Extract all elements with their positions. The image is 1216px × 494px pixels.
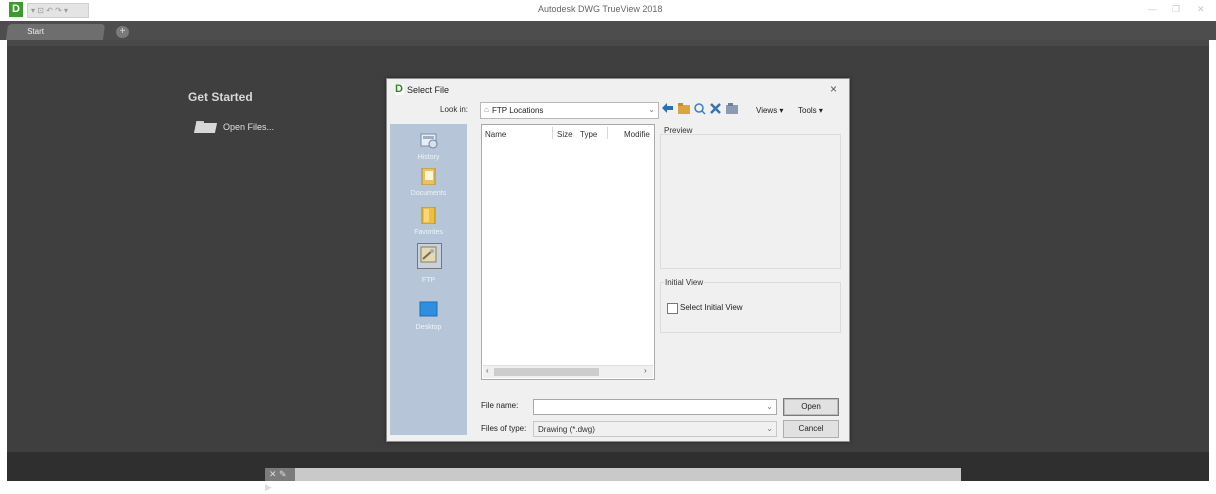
up-folder-icon[interactable] [678, 103, 690, 117]
files-of-type-dropdown[interactable]: Drawing (*.dwg) ⌄ [533, 421, 777, 437]
open-button[interactable]: Open [783, 398, 839, 416]
ftp-icon [420, 246, 437, 263]
column-divider[interactable] [552, 127, 553, 139]
column-header-size[interactable]: Size [557, 130, 573, 139]
dialog-close-button[interactable]: × [830, 82, 837, 96]
documents-icon [421, 168, 436, 185]
open-files-label: Open Files... [223, 122, 275, 132]
cancel-button[interactable]: Cancel [783, 420, 839, 438]
place-history-label: History [417, 154, 440, 161]
files-of-type-label: Files of type: [481, 424, 527, 433]
scroll-right-icon[interactable]: › [644, 366, 647, 375]
app-logo-icon[interactable]: D [9, 2, 23, 17]
scrollbar-thumb[interactable] [494, 368, 599, 376]
horizontal-scrollbar[interactable]: ‹ › [483, 365, 653, 378]
window-title: Autodesk DWG TrueView 2018 [538, 4, 663, 14]
file-name-label: File name: [481, 401, 519, 410]
close-window-button[interactable]: ✕ [1197, 4, 1205, 15]
file-tab-bar: Start + [0, 21, 1216, 40]
place-documents-label: Documents [410, 190, 447, 197]
minimize-button[interactable]: — [1148, 4, 1157, 14]
scroll-left-icon[interactable]: ‹ [486, 366, 489, 375]
file-list[interactable]: Name Size Type Modifie ‹ › [481, 124, 655, 380]
place-desktop-label: Desktop [415, 324, 442, 331]
ftp-location-icon: ⌂ [484, 105, 489, 114]
place-favorites-label: Favorites [414, 229, 443, 236]
workspace-top-strip [7, 40, 1209, 46]
tools-menu[interactable]: Tools ▾ [798, 106, 823, 115]
new-folder-icon[interactable] [726, 103, 738, 117]
column-divider[interactable] [607, 127, 608, 139]
chevron-down-icon[interactable]: ⌄ [766, 424, 773, 433]
places-bar: History Documents Favorites FTP Desktop [390, 124, 467, 435]
command-line-icons[interactable]: ✕ ✎ ▶ [265, 468, 295, 492]
quick-access-toolbar[interactable]: ▾ ⊡ ↶ ↷ ▾ [27, 3, 89, 18]
title-bar: D ▾ ⊡ ↶ ↷ ▾ Autodesk DWG TrueView 2018 —… [0, 0, 1216, 21]
look-in-label: Look in: [440, 105, 469, 114]
initial-view-label: Initial View [664, 278, 705, 287]
preview-pane [660, 134, 841, 269]
history-icon [420, 133, 438, 149]
files-of-type-value: Drawing (*.dwg) [538, 425, 595, 434]
folder-icon [195, 121, 216, 133]
select-initial-view-label[interactable]: Select Initial View [680, 303, 743, 312]
look-in-dropdown[interactable]: ⌂ FTP Locations ⌄ [480, 102, 659, 119]
back-arrow-icon[interactable] [662, 103, 673, 116]
column-header-type[interactable]: Type [580, 130, 597, 139]
column-header-name[interactable]: Name [485, 130, 506, 139]
dialog-title: Select File [407, 85, 450, 95]
tab-start[interactable]: Start [5, 24, 106, 40]
views-label: Views [756, 106, 778, 115]
tools-label: Tools [798, 106, 817, 115]
select-file-dialog: D Select File × Look in: ⌂ FTP Locations… [386, 78, 850, 442]
dialog-app-icon: D [395, 83, 404, 95]
favorites-icon [421, 207, 436, 224]
tab-start-label: Start [27, 27, 44, 36]
file-name-input[interactable]: ⌄ [533, 399, 777, 415]
delete-icon[interactable] [710, 103, 721, 117]
new-tab-icon[interactable]: + [116, 26, 129, 38]
column-header-modified[interactable]: Modifie [624, 130, 650, 139]
search-icon[interactable] [694, 103, 706, 118]
views-menu[interactable]: Views ▾ [756, 106, 783, 115]
place-ftp-label: FTP [421, 277, 436, 284]
open-files-link[interactable]: Open Files... [195, 120, 274, 134]
get-started-heading: Get Started [188, 90, 253, 104]
command-line[interactable]: ✕ ✎ ▶ [265, 468, 961, 492]
chevron-down-icon[interactable]: ⌄ [648, 105, 655, 114]
restore-button[interactable]: ❐ [1172, 4, 1180, 15]
select-initial-view-checkbox[interactable] [667, 303, 678, 314]
look-in-value: FTP Locations [492, 106, 544, 115]
desktop-icon [419, 301, 438, 317]
chevron-down-icon[interactable]: ⌄ [766, 402, 773, 411]
